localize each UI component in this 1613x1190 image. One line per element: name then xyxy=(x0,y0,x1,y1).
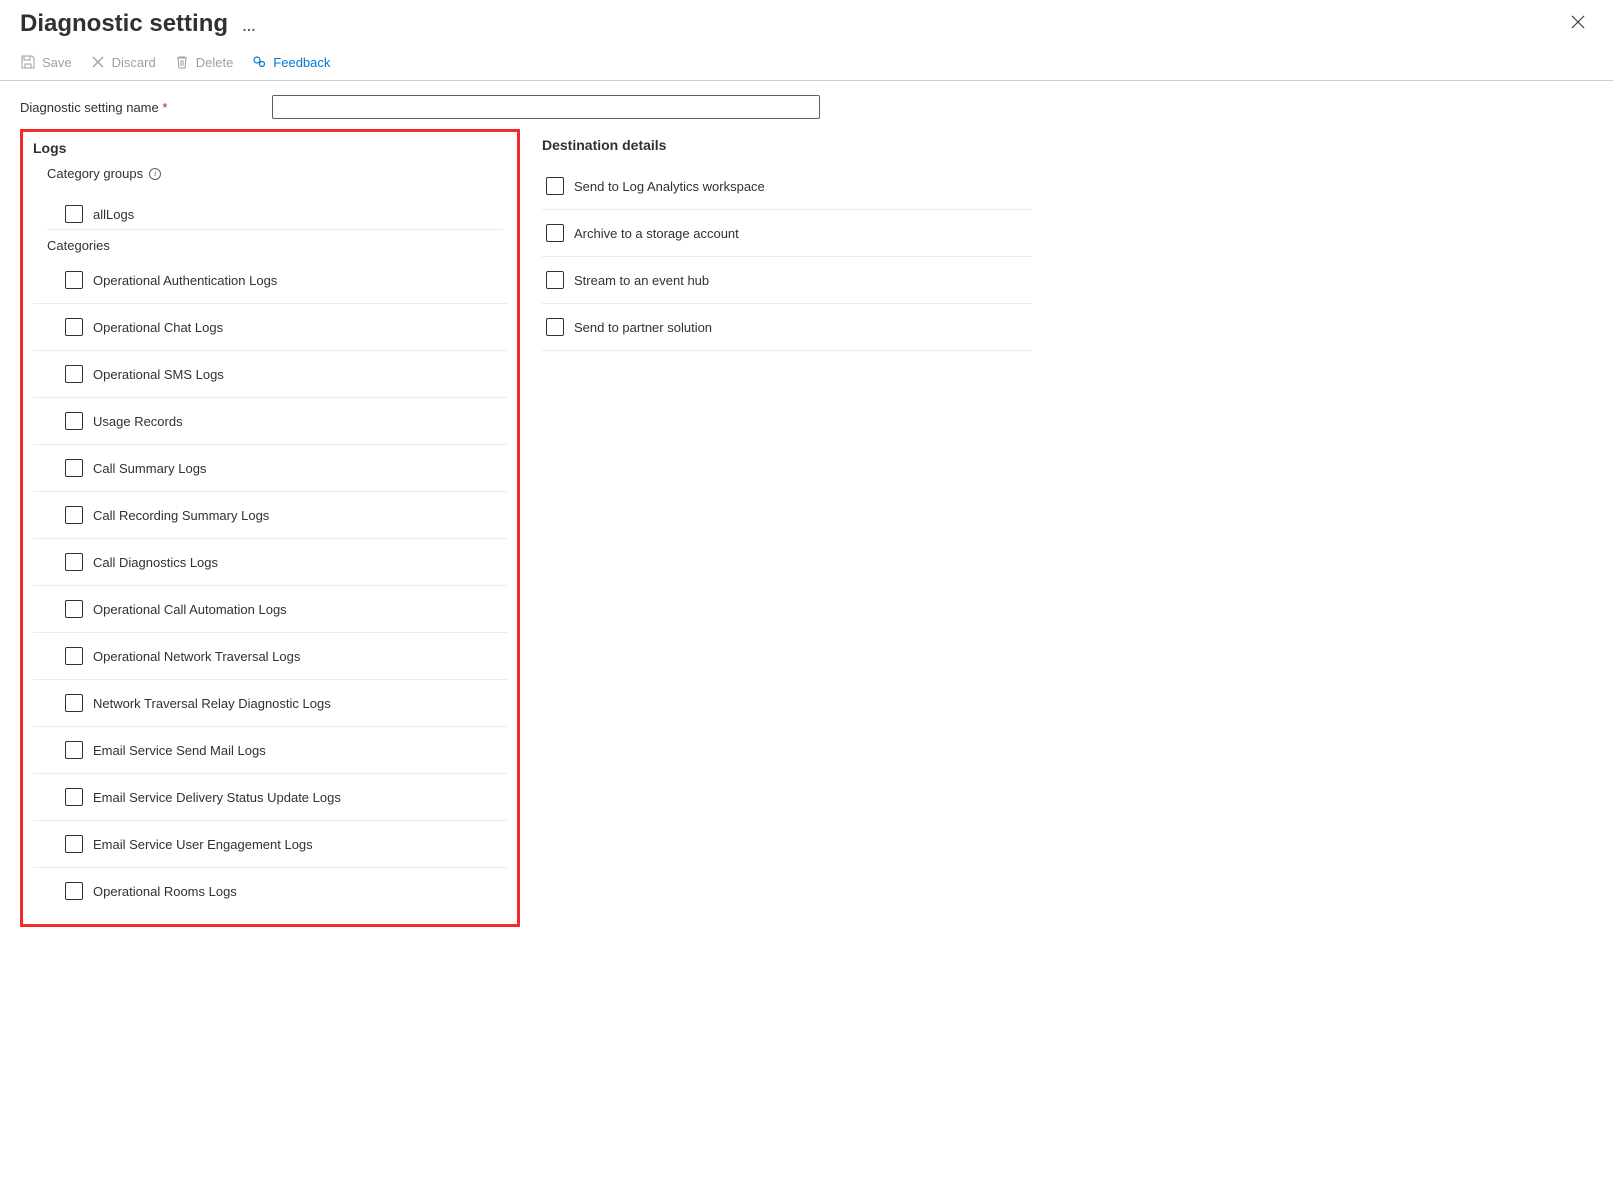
save-button[interactable]: Save xyxy=(20,54,72,70)
destination-section: Destination details Send to Log Analytic… xyxy=(542,129,1032,351)
delete-icon xyxy=(174,54,190,70)
category-checkbox[interactable] xyxy=(65,882,83,900)
category-checkbox[interactable] xyxy=(65,788,83,806)
destination-row[interactable]: Send to partner solution xyxy=(542,304,1032,351)
category-label: Network Traversal Relay Diagnostic Logs xyxy=(93,696,331,711)
destination-row[interactable]: Send to Log Analytics workspace xyxy=(542,163,1032,210)
category-checkbox[interactable] xyxy=(65,647,83,665)
category-label: Operational Network Traversal Logs xyxy=(93,649,300,664)
destination-checkbox[interactable] xyxy=(546,224,564,242)
category-row[interactable]: Email Service Send Mail Logs xyxy=(33,727,507,774)
destination-checkbox[interactable] xyxy=(546,177,564,195)
category-checkbox[interactable] xyxy=(65,694,83,712)
discard-button[interactable]: Discard xyxy=(90,54,156,70)
destination-label: Archive to a storage account xyxy=(574,226,739,241)
category-row[interactable]: Operational Rooms Logs xyxy=(33,868,507,906)
save-icon xyxy=(20,54,36,70)
category-checkbox[interactable] xyxy=(65,741,83,759)
category-checkbox[interactable] xyxy=(65,318,83,336)
destination-checkbox[interactable] xyxy=(546,318,564,336)
info-icon[interactable]: i xyxy=(149,168,161,180)
category-checkbox[interactable] xyxy=(65,553,83,571)
category-checkbox[interactable] xyxy=(65,600,83,618)
destination-checkbox[interactable] xyxy=(546,271,564,289)
alllogs-row[interactable]: allLogs xyxy=(33,191,507,229)
logs-section: Logs Category groups i allLogs Categorie… xyxy=(20,129,520,927)
category-groups-label: Category groups i xyxy=(33,166,507,181)
alllogs-label: allLogs xyxy=(93,207,134,222)
category-label: Operational Authentication Logs xyxy=(93,273,277,288)
ellipsis-icon[interactable]: … xyxy=(242,18,256,34)
destination-label: Send to Log Analytics workspace xyxy=(574,179,765,194)
category-label: Operational Chat Logs xyxy=(93,320,223,335)
feedback-icon xyxy=(251,54,267,70)
category-row[interactable]: Call Recording Summary Logs xyxy=(33,492,507,539)
categories-label: Categories xyxy=(33,238,507,253)
category-checkbox[interactable] xyxy=(65,365,83,383)
category-label: Operational SMS Logs xyxy=(93,367,224,382)
close-button[interactable] xyxy=(1563,11,1593,38)
category-checkbox[interactable] xyxy=(65,271,83,289)
category-row[interactable]: Operational Authentication Logs xyxy=(33,257,507,304)
destination-row[interactable]: Stream to an event hub xyxy=(542,257,1032,304)
logs-title: Logs xyxy=(33,140,507,156)
category-label: Call Diagnostics Logs xyxy=(93,555,218,570)
category-row[interactable]: Usage Records xyxy=(33,398,507,445)
command-toolbar: Save Discard Delete Feedback xyxy=(0,46,1613,81)
discard-icon xyxy=(90,54,106,70)
feedback-button[interactable]: Feedback xyxy=(251,54,330,70)
destination-label: Stream to an event hub xyxy=(574,273,709,288)
category-row[interactable]: Call Summary Logs xyxy=(33,445,507,492)
destination-title: Destination details xyxy=(542,137,1032,153)
required-indicator: * xyxy=(162,100,167,115)
destination-row[interactable]: Archive to a storage account xyxy=(542,210,1032,257)
page-title-text: Diagnostic setting xyxy=(20,10,228,38)
category-checkbox[interactable] xyxy=(65,835,83,853)
discard-label: Discard xyxy=(112,55,156,70)
page-title: Diagnostic setting … xyxy=(20,10,256,38)
delete-button[interactable]: Delete xyxy=(174,54,234,70)
category-row[interactable]: Operational SMS Logs xyxy=(33,351,507,398)
category-label: Email Service User Engagement Logs xyxy=(93,837,313,852)
category-label: Operational Call Automation Logs xyxy=(93,602,287,617)
category-row[interactable]: Operational Network Traversal Logs xyxy=(33,633,507,680)
category-label: Email Service Send Mail Logs xyxy=(93,743,266,758)
alllogs-checkbox[interactable] xyxy=(65,205,83,223)
destination-label: Send to partner solution xyxy=(574,320,712,335)
setting-name-label: Diagnostic setting name * xyxy=(20,100,264,115)
save-label: Save xyxy=(42,55,72,70)
category-row[interactable]: Network Traversal Relay Diagnostic Logs xyxy=(33,680,507,727)
category-label: Call Summary Logs xyxy=(93,461,206,476)
setting-name-input[interactable] xyxy=(272,95,820,119)
category-label: Call Recording Summary Logs xyxy=(93,508,269,523)
category-row[interactable]: Call Diagnostics Logs xyxy=(33,539,507,586)
category-row[interactable]: Operational Chat Logs xyxy=(33,304,507,351)
category-checkbox[interactable] xyxy=(65,506,83,524)
category-checkbox[interactable] xyxy=(65,412,83,430)
category-label: Email Service Delivery Status Update Log… xyxy=(93,790,341,805)
category-row[interactable]: Operational Call Automation Logs xyxy=(33,586,507,633)
category-label: Usage Records xyxy=(93,414,183,429)
category-label: Operational Rooms Logs xyxy=(93,884,237,899)
feedback-label: Feedback xyxy=(273,55,330,70)
category-checkbox[interactable] xyxy=(65,459,83,477)
delete-label: Delete xyxy=(196,55,234,70)
category-row[interactable]: Email Service User Engagement Logs xyxy=(33,821,507,868)
category-row[interactable]: Email Service Delivery Status Update Log… xyxy=(33,774,507,821)
